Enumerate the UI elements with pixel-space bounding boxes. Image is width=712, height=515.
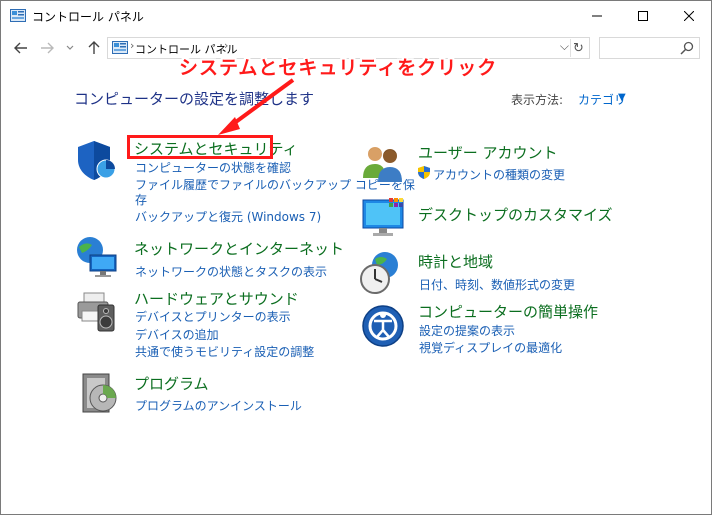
close-button[interactable] — [666, 1, 712, 31]
forward-button[interactable] — [36, 37, 58, 59]
link-file-history-backup-cont[interactable]: 存 — [135, 191, 147, 208]
user-accounts-icon[interactable] — [361, 142, 405, 186]
refresh-button[interactable]: ↻ — [570, 39, 586, 57]
window-title: コントロール パネル — [32, 10, 144, 24]
category-user-accounts[interactable]: ユーザー アカウント — [418, 142, 557, 163]
clock-globe-icon[interactable] — [359, 251, 403, 295]
search-icon — [680, 41, 694, 55]
desktop-monitor-icon[interactable] — [361, 194, 405, 238]
ease-of-access-icon[interactable] — [361, 304, 405, 348]
minimize-button[interactable] — [574, 1, 620, 31]
close-icon — [684, 11, 694, 21]
link-get-recommendations[interactable]: 設定の提案の表示 — [419, 322, 515, 339]
category-clock-region[interactable]: 時計と地域 — [418, 251, 493, 272]
control-panel-icon — [10, 9, 26, 22]
title-bar[interactable]: コントロール パネル — [1, 1, 711, 31]
link-change-account-type[interactable]: アカウントの種類の変更 — [433, 166, 565, 183]
arrow-left-icon — [14, 42, 27, 54]
link-mobility-settings[interactable]: 共通で使うモビリティ設定の調整 — [135, 343, 314, 360]
view-by-label: 表示方法: — [511, 93, 564, 107]
highlight-box — [127, 135, 273, 159]
arrow-up-icon — [88, 41, 100, 54]
minimize-icon — [592, 15, 602, 17]
network-globe-icon[interactable] — [74, 235, 118, 279]
recent-locations-button[interactable] — [63, 37, 77, 59]
up-button[interactable] — [83, 37, 105, 59]
page-title: コンピューターの設定を調整します — [74, 90, 315, 108]
maximize-button[interactable] — [620, 1, 666, 31]
category-hardware-sound[interactable]: ハードウェアとサウンド — [134, 288, 299, 309]
link-add-device[interactable]: デバイスの追加 — [135, 326, 219, 343]
chevron-down-icon — [66, 45, 74, 50]
link-check-computer-status[interactable]: コンピューターの状態を確認 — [135, 159, 291, 176]
shield-icon[interactable] — [74, 138, 118, 182]
link-uninstall-program[interactable]: プログラムのアンインストール — [135, 397, 302, 414]
category-network-internet[interactable]: ネットワークとインターネット — [134, 238, 344, 259]
category-ease-of-access[interactable]: コンピューターの簡単操作 — [418, 301, 598, 322]
category-desktop-customization[interactable]: デスクトップのカスタマイズ — [418, 204, 613, 225]
control-panel-small-icon — [112, 41, 128, 54]
link-network-status[interactable]: ネットワークの状態とタスクの表示 — [135, 263, 327, 280]
view-by-dropdown-icon[interactable]: ▼ — [618, 92, 626, 103]
back-button[interactable] — [10, 37, 32, 59]
programs-disc-icon[interactable] — [79, 372, 123, 416]
link-change-date-time-format[interactable]: 日付、時刻、数値形式の変更 — [419, 276, 575, 293]
control-panel-window: コントロール パネル › コントロール パネル › ⌵ ↻ コンピューターの設定… — [0, 0, 712, 515]
link-devices-printers[interactable]: デバイスとプリンターの表示 — [135, 308, 291, 325]
breadcrumb-separator[interactable]: › — [224, 39, 228, 52]
uac-shield-icon — [418, 166, 430, 179]
arrow-right-icon — [41, 42, 54, 54]
link-backup-restore[interactable]: バックアップと復元 (Windows 7) — [135, 208, 321, 225]
printer-speaker-icon[interactable] — [74, 289, 118, 333]
annotation-text: システムとセキュリティをクリック — [179, 57, 498, 79]
maximize-icon — [638, 11, 648, 21]
address-dropdown-icon[interactable]: ⌵ — [560, 39, 569, 54]
link-optimize-visual-display[interactable]: 視覚ディスプレイの最適化 — [419, 339, 562, 356]
search-input[interactable] — [599, 37, 700, 59]
category-programs[interactable]: プログラム — [134, 373, 209, 394]
breadcrumb-separator[interactable]: › — [130, 39, 134, 52]
